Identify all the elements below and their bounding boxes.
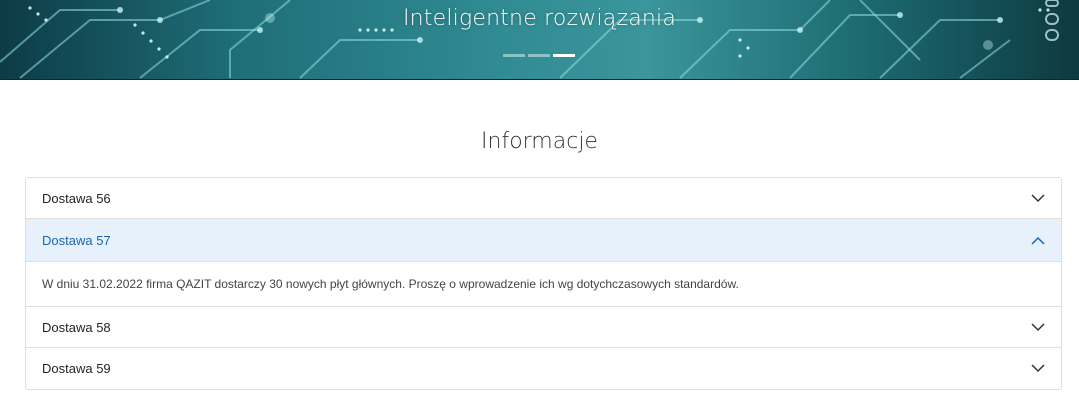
accordion-item: Dostawa 59 [26,348,1061,389]
accordion-header-dostawa-56[interactable]: Dostawa 56 [26,178,1061,219]
chevron-up-icon [1031,236,1045,245]
accordion: Dostawa 56 Dostawa 57 W dniu 31.02.2022 … [25,177,1062,390]
accordion-header-dostawa-59[interactable]: Dostawa 59 [26,348,1061,389]
hero-title: Inteligentne rozwiązania [402,6,677,31]
accordion-header-dostawa-58[interactable]: Dostawa 58 [26,307,1061,348]
hero-banner: Inteligentne rozwiązania [0,0,1079,80]
accordion-label: Dostawa 57 [42,232,111,248]
carousel-indicator-1[interactable] [503,54,525,57]
accordion-body-dostawa-57: W dniu 31.02.2022 firma QAZIT dostarczy … [26,262,1061,307]
section-title: Informacje [481,129,598,154]
chevron-down-icon [1031,193,1045,202]
chevron-down-icon [1031,322,1045,331]
carousel-indicator-3[interactable] [553,54,575,57]
accordion-item: Dostawa 57 W dniu 31.02.2022 firma QAZIT… [26,219,1061,307]
carousel-indicator-2[interactable] [528,54,550,57]
accordion-label: Dostawa 59 [42,361,111,376]
carousel-indicators [503,54,575,57]
accordion-header-dostawa-57[interactable]: Dostawa 57 [26,219,1061,262]
accordion-label: Dostawa 56 [42,190,111,206]
accordion-item: Dostawa 56 [26,178,1061,219]
chevron-down-icon [1031,364,1045,373]
accordion-label: Dostawa 58 [42,319,111,335]
accordion-item: Dostawa 58 [26,307,1061,348]
